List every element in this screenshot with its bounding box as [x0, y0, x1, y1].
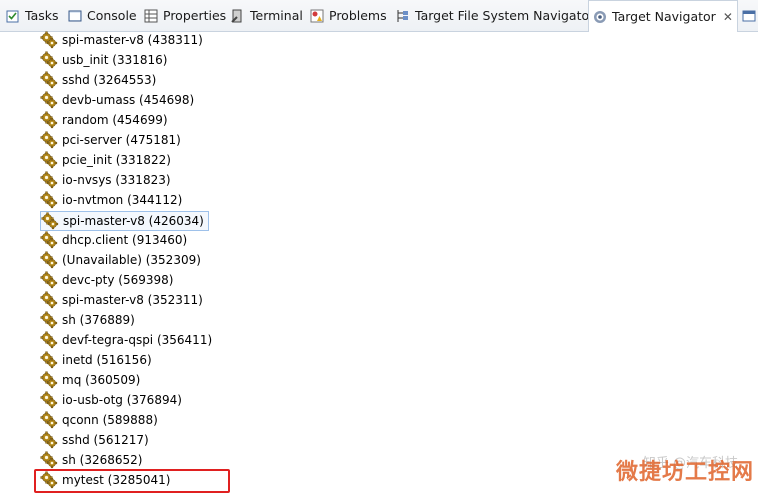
- process-item[interactable]: sh (376889): [40, 311, 139, 329]
- gear-icon: [40, 311, 58, 329]
- process-label: dhcp.client (913460): [62, 233, 188, 247]
- process-item[interactable]: qconn (589888): [40, 411, 162, 429]
- tab-tasks[interactable]: Tasks: [2, 0, 63, 31]
- process-item[interactable]: usb_init (331816): [40, 51, 171, 69]
- tab-label: Properties: [163, 8, 227, 23]
- process-label: devf-tegra-qspi (356411): [62, 333, 213, 347]
- gear-icon: [40, 331, 58, 349]
- process-label: spi-master-v8 (426034): [63, 214, 204, 228]
- tab-label: Target File System Navigator: [415, 8, 595, 23]
- tab-label: Terminal: [250, 8, 303, 23]
- console-icon: [68, 10, 82, 21]
- gear-icon: [40, 51, 58, 69]
- gear-icon: [40, 391, 58, 409]
- tab-console[interactable]: Console: [64, 0, 141, 31]
- process-item[interactable]: spi-master-v8 (438311): [40, 31, 207, 49]
- process-item[interactable]: mq (360509): [40, 371, 144, 389]
- process-tree: spi-master-v8 (438311) usb_init (331816): [0, 31, 758, 503]
- process-label: pcie_init (331822): [62, 153, 171, 167]
- process-item[interactable]: pcie_init (331822): [40, 151, 175, 169]
- process-label: devc-pty (569398): [62, 273, 174, 287]
- problems-icon: [310, 9, 324, 22]
- process-label: sh (376889): [62, 313, 135, 327]
- tab-target-file-system-navigator[interactable]: Target File System Navigator: [392, 0, 598, 31]
- process-item[interactable]: io-nvtmon (344112): [40, 191, 186, 209]
- process-item[interactable]: sh (3268652): [40, 451, 146, 469]
- process-label: random (454699): [62, 113, 168, 127]
- process-label: qconn (589888): [62, 413, 158, 427]
- process-label: io-usb-otg (376894): [62, 393, 182, 407]
- process-label: io-nvsys (331823): [62, 173, 171, 187]
- gear-icon: [40, 191, 58, 209]
- highlight-annotation: [34, 469, 230, 493]
- gear-icon: [40, 231, 58, 249]
- process-label: (Unavailable) (352309): [62, 253, 201, 267]
- process-label: mq (360509): [62, 373, 141, 387]
- process-item[interactable]: io-nvsys (331823): [40, 171, 175, 189]
- view-menu-icon: [742, 10, 756, 21]
- process-item[interactable]: pci-server (475181): [40, 131, 185, 149]
- close-icon[interactable]: ✕: [723, 10, 733, 24]
- process-label: io-nvtmon (344112): [62, 193, 183, 207]
- gear-icon: [40, 271, 58, 289]
- tab-label: Problems: [329, 8, 387, 23]
- target-icon: [594, 10, 606, 23]
- view-menu-button[interactable]: [738, 0, 758, 31]
- file-system-icon: [397, 9, 408, 22]
- process-label: sh (3268652): [62, 453, 143, 467]
- gear-icon: [41, 212, 59, 230]
- tab-label: Console: [87, 8, 137, 23]
- process-label: sshd (3264553): [62, 73, 157, 87]
- gear-icon: [40, 251, 58, 269]
- gear-icon: [40, 451, 58, 469]
- process-item[interactable]: spi-master-v8 (426034): [40, 211, 209, 231]
- gear-icon: [40, 431, 58, 449]
- gear-icon: [40, 351, 58, 369]
- process-item[interactable]: dhcp.client (913460): [40, 231, 191, 249]
- process-label: usb_init (331816): [62, 53, 168, 67]
- process-label: pci-server (475181): [62, 133, 181, 147]
- gear-icon: [40, 171, 58, 189]
- tab-terminal[interactable]: Terminal: [227, 0, 307, 31]
- process-label: inetd (516156): [62, 353, 152, 367]
- gear-icon: [40, 31, 58, 49]
- tab-label: Tasks: [25, 8, 59, 23]
- process-item[interactable]: devb-umass (454698): [40, 91, 198, 109]
- process-item[interactable]: random (454699): [40, 111, 172, 129]
- gear-icon: [40, 91, 58, 109]
- process-item[interactable]: spi-master-v8 (352311): [40, 291, 207, 309]
- gear-icon: [40, 371, 58, 389]
- process-label: spi-master-v8 (352311): [62, 293, 203, 307]
- process-item[interactable]: io-usb-otg (376894): [40, 391, 186, 409]
- process-item[interactable]: sshd (561217): [40, 431, 153, 449]
- process-item[interactable]: inetd (516156): [40, 351, 156, 369]
- gear-icon: [40, 131, 58, 149]
- process-item[interactable]: devf-tegra-qspi (356411): [40, 331, 216, 349]
- tab-problems[interactable]: Problems: [306, 0, 391, 31]
- terminal-icon: [231, 9, 242, 23]
- process-item[interactable]: devc-pty (569398): [40, 271, 177, 289]
- tasks-icon: [6, 10, 19, 22]
- process-label: spi-master-v8 (438311): [62, 33, 203, 47]
- view-tab-bar: Tasks Console Properties Terminal Proble…: [0, 0, 758, 32]
- properties-icon: [144, 9, 158, 22]
- process-item[interactable]: sshd (3264553): [40, 71, 160, 89]
- process-item[interactable]: (Unavailable) (352309): [40, 251, 205, 269]
- gear-icon: [40, 291, 58, 309]
- gear-icon: [40, 411, 58, 429]
- gear-icon: [40, 151, 58, 169]
- tab-target-navigator[interactable]: Target Navigator ✕: [588, 0, 738, 32]
- process-label: devb-umass (454698): [62, 93, 195, 107]
- tab-label: Target Navigator: [612, 9, 716, 24]
- gear-icon: [40, 71, 58, 89]
- watermark: 微捷坊工控网: [615, 460, 754, 485]
- process-label: sshd (561217): [62, 433, 149, 447]
- gear-icon: [40, 111, 58, 129]
- tab-properties[interactable]: Properties: [140, 0, 230, 31]
